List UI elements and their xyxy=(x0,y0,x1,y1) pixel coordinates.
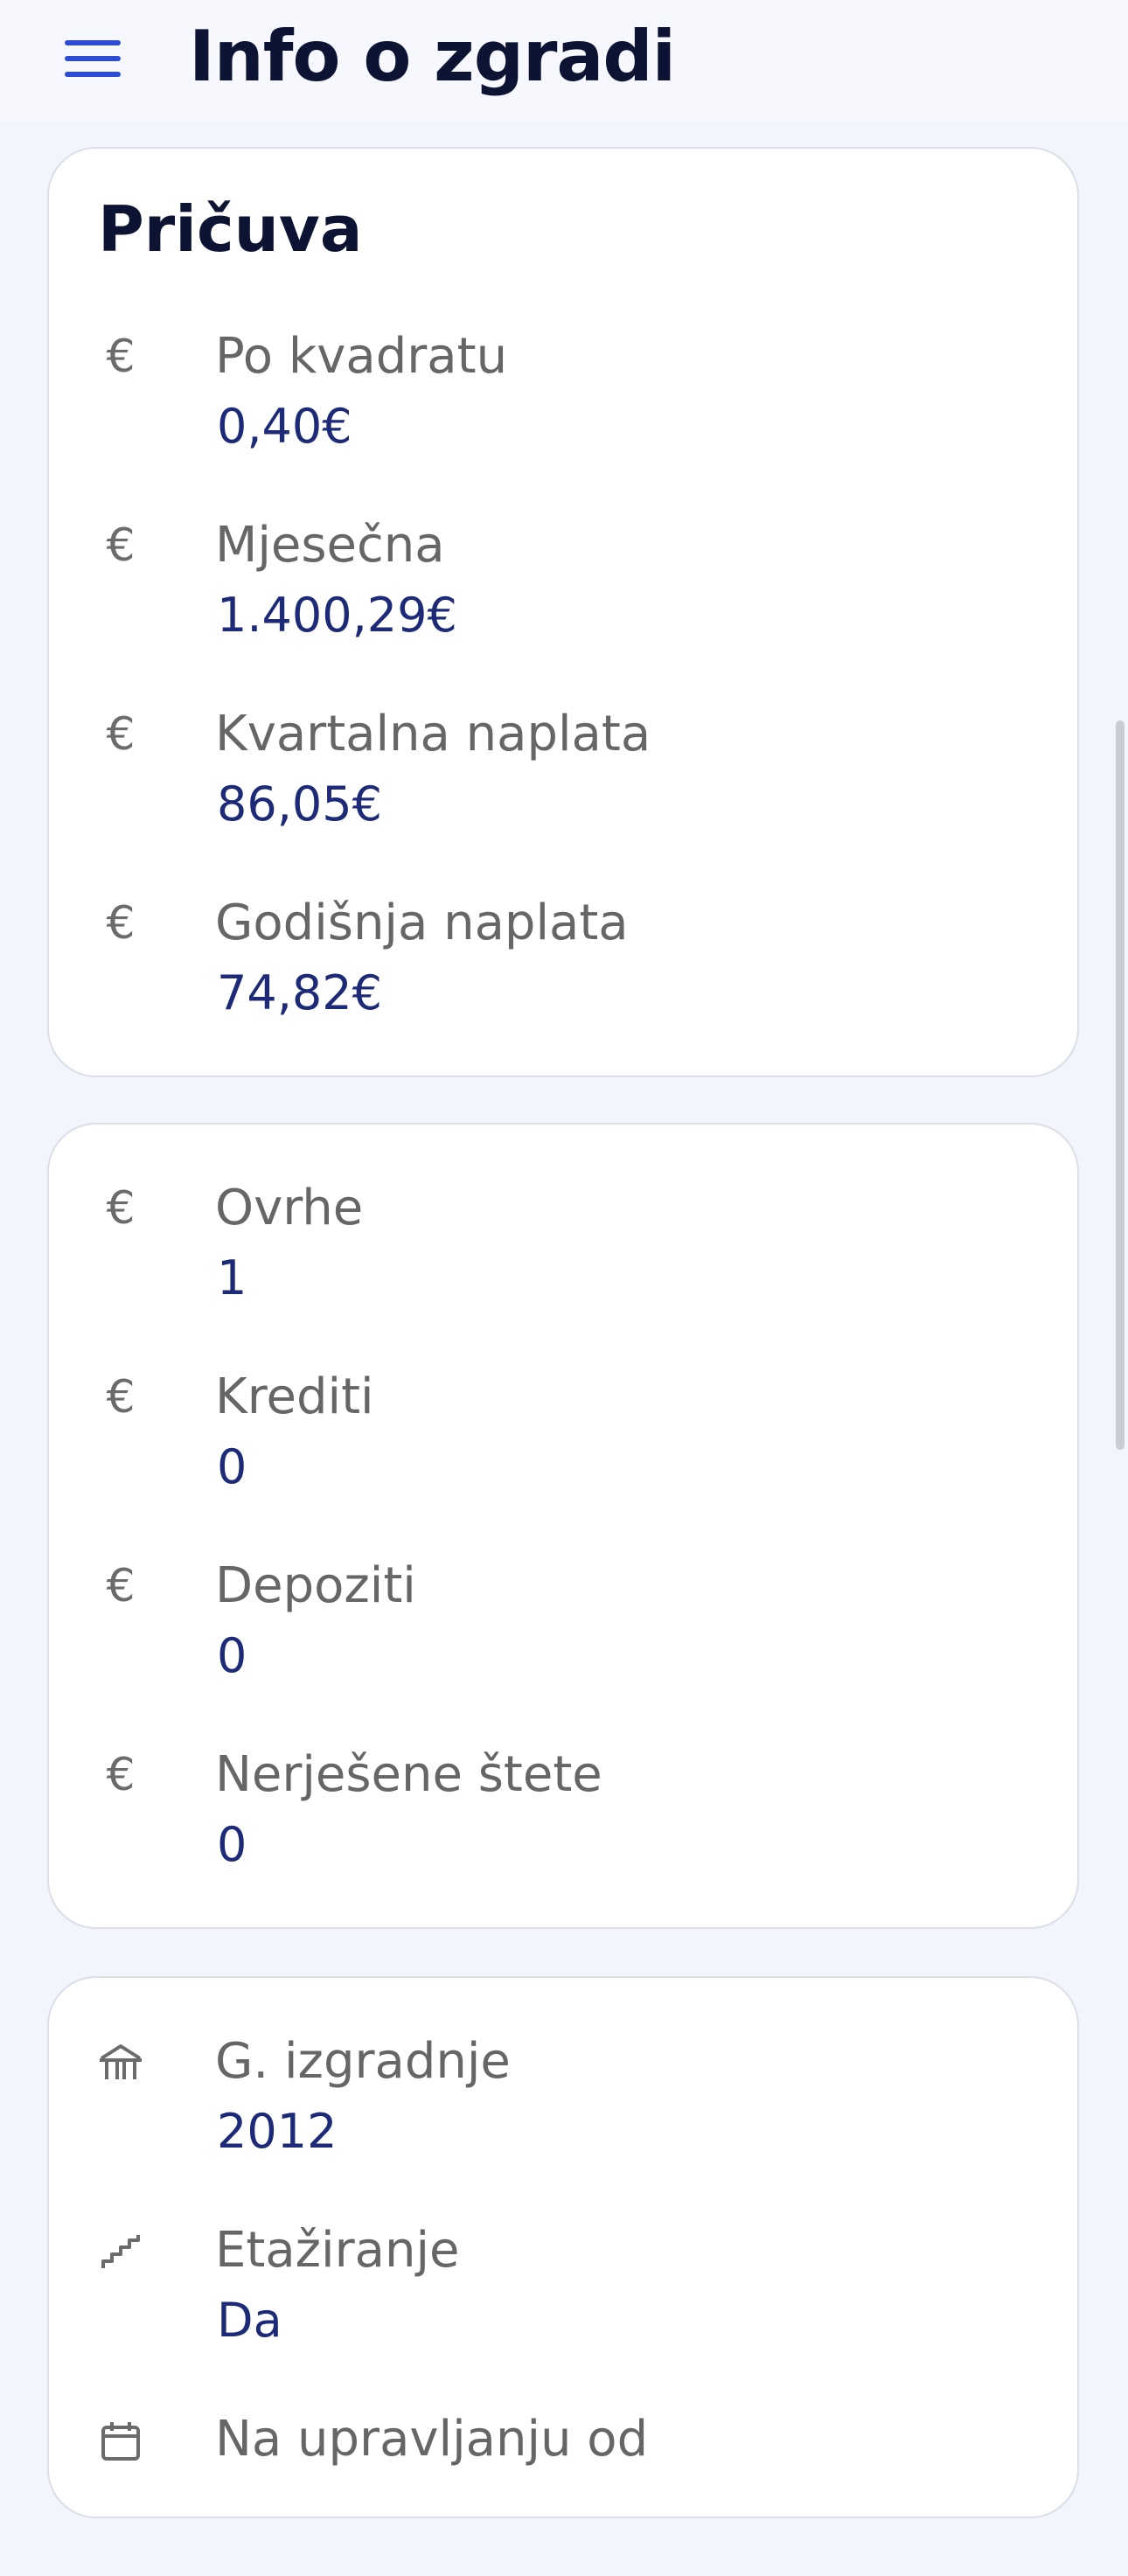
row-value: 0 xyxy=(217,1817,247,1872)
euro-icon: € xyxy=(106,1371,136,1424)
euro-icon: € xyxy=(106,519,136,572)
info-row-year-built: G. izgradnje 2012 xyxy=(96,2032,1032,2198)
euro-icon: € xyxy=(106,897,136,950)
stairs-icon xyxy=(96,2224,145,2277)
info-row-managed-since: Na upravljanju od xyxy=(96,2410,1032,2576)
row-label: Depoziti xyxy=(215,1557,416,1614)
finance-card: € Ovrhe 1 € Krediti 0 € Depoziti 0 € Ner… xyxy=(47,1123,1079,1929)
page-title: Info o zgradi xyxy=(189,16,676,97)
building-card: G. izgradnje 2012 Etažiranje Da Na uprav… xyxy=(47,1976,1079,2518)
row-value: 2012 xyxy=(217,2104,338,2159)
row-value: 1 xyxy=(217,1250,247,1305)
info-row-quarterly: € Kvartalna naplata 86,05€ xyxy=(96,705,1032,871)
row-value: 0 xyxy=(217,1439,247,1494)
row-label: Krediti xyxy=(215,1368,374,1425)
euro-icon: € xyxy=(106,1182,136,1235)
info-row-stete: € Nerješene štete 0 xyxy=(96,1745,1032,1911)
row-label: Po kvadratu xyxy=(215,328,508,385)
card-title: Pričuva xyxy=(98,192,363,266)
reserve-card: Pričuva € Po kvadratu 0,40€ € Mjesečna 1… xyxy=(47,147,1079,1077)
calendar-icon xyxy=(96,2413,145,2466)
building-icon xyxy=(96,2036,145,2088)
euro-icon: € xyxy=(106,331,136,383)
row-label: Nerješene štete xyxy=(215,1746,602,1803)
row-value: 74,82€ xyxy=(217,965,382,1020)
row-label: Mjesečna xyxy=(215,517,445,574)
row-label: Etažiranje xyxy=(215,2222,460,2279)
euro-icon: € xyxy=(106,708,136,761)
euro-icon: € xyxy=(106,1560,136,1612)
row-value: 1.400,29€ xyxy=(217,588,457,643)
row-value: 0 xyxy=(217,1628,247,1683)
row-value: Da xyxy=(217,2293,282,2348)
row-value: 0,40€ xyxy=(217,399,352,454)
info-row-per-square: € Po kvadratu 0,40€ xyxy=(96,327,1032,493)
info-row-yearly: € Godišnja naplata 74,82€ xyxy=(96,894,1032,1060)
row-value: 86,05€ xyxy=(217,776,382,832)
row-label: G. izgradnje xyxy=(215,2033,511,2090)
hamburger-menu-icon[interactable] xyxy=(65,38,121,80)
row-label: Ovrhe xyxy=(215,1180,364,1236)
info-row-etaziranje: Etažiranje Da xyxy=(96,2221,1032,2387)
info-row-ovrhe: € Ovrhe 1 xyxy=(96,1179,1032,1345)
vertical-scrollbar[interactable] xyxy=(1116,721,1125,1450)
info-row-depoziti: € Depoziti 0 xyxy=(96,1556,1032,1723)
top-app-bar: Info o zgradi xyxy=(0,0,1128,122)
row-label: Kvartalna naplata xyxy=(215,706,651,762)
row-label: Na upravljanju od xyxy=(215,2411,649,2468)
info-row-krediti: € Krediti 0 xyxy=(96,1368,1032,1534)
row-label: Godišnja naplata xyxy=(215,895,629,951)
euro-icon: € xyxy=(106,1749,136,1801)
info-row-monthly: € Mjesečna 1.400,29€ xyxy=(96,516,1032,682)
